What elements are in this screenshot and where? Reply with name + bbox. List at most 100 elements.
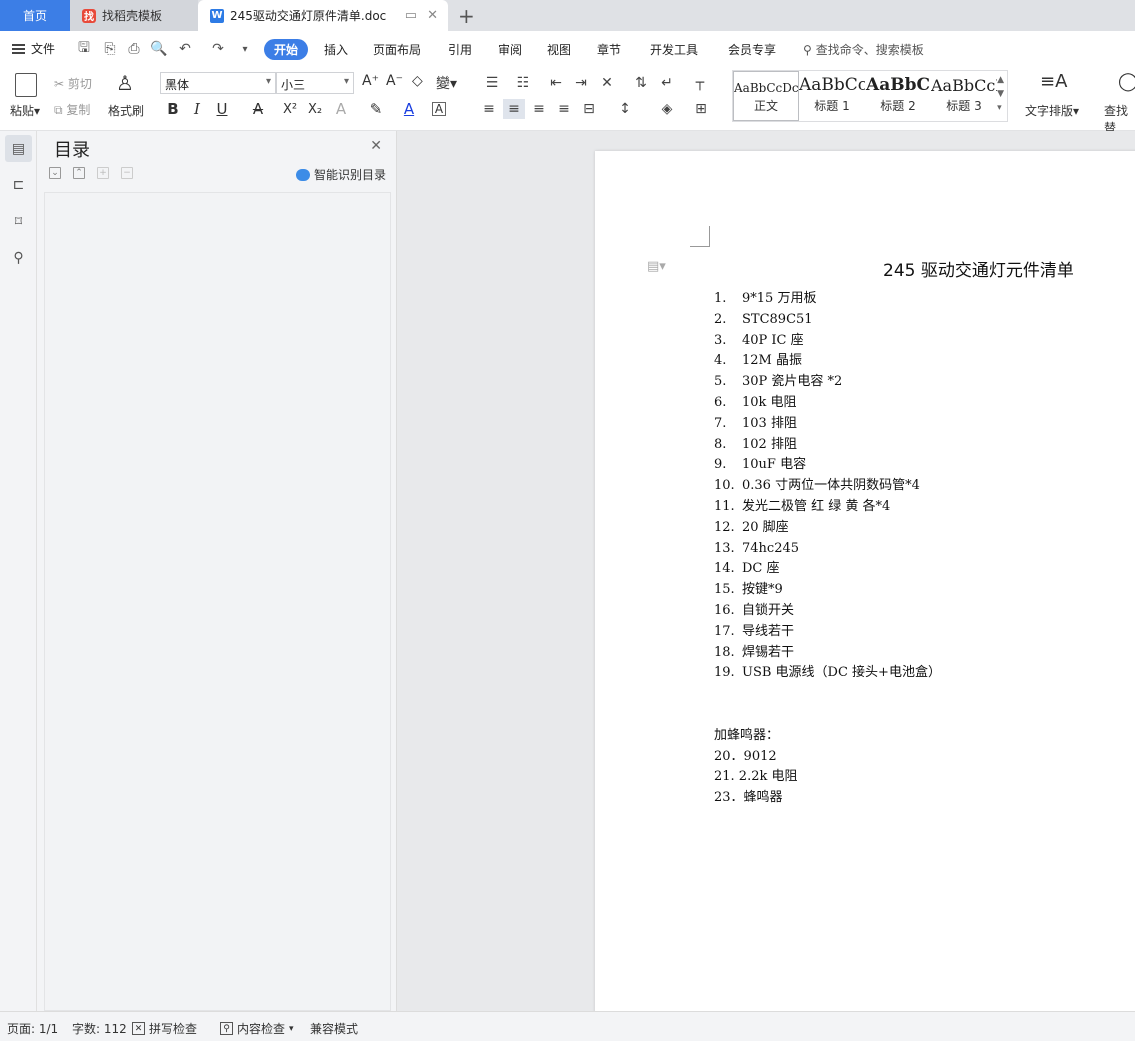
content-check[interactable]: ⚲ 内容检查 ▾ <box>220 1020 294 1037</box>
style-heading-3-preview: AaBbCcI <box>931 76 997 95</box>
numbering-icon[interactable]: ☷ <box>512 73 534 93</box>
document-title[interactable]: 245 驱动交通灯元件清单 <box>883 256 1074 281</box>
customize-toolbar-icon[interactable]: ▾ <box>237 41 253 57</box>
paste-icon[interactable] <box>15 73 37 97</box>
shrink-font-icon[interactable]: A⁻ <box>386 73 403 89</box>
close-tab-icon[interactable]: ✕ <box>427 8 438 23</box>
decrease-indent-icon[interactable]: ⇤ <box>545 73 567 93</box>
menu-tab-developer[interactable]: 开发工具 <box>650 41 698 58</box>
expand-all-icon[interactable]: ⌄ <box>49 167 61 179</box>
text-layout-button[interactable]: 文字排版▾ <box>1025 102 1079 119</box>
menu-tab-view[interactable]: 视图 <box>547 41 571 58</box>
justify-icon[interactable]: ≡ <box>553 99 575 119</box>
style-gallery-scroll[interactable]: ▲ ▼ ▾ <box>997 73 1004 115</box>
align-center-icon[interactable]: ≡ <box>503 99 525 119</box>
smart-ai-icon <box>295 168 310 181</box>
export-icon[interactable]: ⎘ <box>102 41 118 57</box>
new-tab-button[interactable]: + <box>458 4 475 28</box>
menu-tab-page-layout[interactable]: 页面布局 <box>373 41 421 58</box>
bold-icon[interactable]: B <box>163 99 183 119</box>
align-left-icon[interactable]: ≡ <box>478 99 500 119</box>
print-preview-icon[interactable]: 🔍 <box>150 41 167 57</box>
cut-button[interactable]: ✂ 剪切 <box>54 75 92 92</box>
font-name-select[interactable]: 黑体 <box>160 72 276 94</box>
cut-label: 剪切 <box>67 77 92 91</box>
list-item: 12. 20 脚座 <box>714 518 941 539</box>
align-right-icon[interactable]: ≡ <box>528 99 550 119</box>
remove-heading-icon[interactable]: − <box>121 167 133 179</box>
highlight-icon[interactable]: ✎ <box>366 99 386 119</box>
sort-icon[interactable]: ⇅ <box>630 73 652 93</box>
word-count[interactable]: 字数: 112 <box>72 1020 127 1037</box>
paragraph-menu-icon[interactable]: ▤▾ <box>647 259 666 274</box>
menu-tab-references[interactable]: 引用 <box>448 41 472 58</box>
tab-templates[interactable]: 找 找稻壳模板 <box>70 0 198 31</box>
list-item: 11. 发光二极管 红 绿 黄 各*4 <box>714 497 941 518</box>
strikethrough-icon[interactable]: A <box>248 99 268 119</box>
file-menu[interactable]: 文件 <box>12 40 55 57</box>
ruler-icon[interactable]: ┬ <box>689 73 711 93</box>
menu-tab-review[interactable]: 审阅 <box>498 41 522 58</box>
italic-icon[interactable]: I <box>187 99 207 119</box>
toc-panel: 目录 ✕ ⌄ ⌃ + − 智能识别目录 <box>37 131 397 1011</box>
underline-icon[interactable]: U <box>212 99 232 119</box>
search-icon[interactable]: ⚲ <box>5 244 32 271</box>
char-border-icon[interactable]: A <box>432 102 446 116</box>
bookmark-icon[interactable]: ⌑ <box>5 208 32 235</box>
superscript-icon[interactable]: X² <box>280 99 300 119</box>
print-icon[interactable]: ⎙ <box>126 41 142 57</box>
distributed-icon[interactable]: ⊟ <box>578 99 600 119</box>
line-spacing-icon[interactable]: ↕ <box>614 99 636 119</box>
format-painter-button[interactable]: 格式刷 <box>108 102 144 119</box>
menu-tab-member[interactable]: 会员专享 <box>728 41 776 58</box>
list-item: 9. 10uF 电容 <box>714 455 941 476</box>
text-effect-icon[interactable]: A <box>331 99 351 119</box>
chapter-nav-icon[interactable]: ⊏ <box>5 171 32 198</box>
buzzer-section[interactable]: 加蜂鸣器： 20．9012 21. 2.2k 电阻 23．蜂鸣器 <box>714 705 798 809</box>
spell-check[interactable]: ✕ 拼写检查 <box>132 1020 197 1037</box>
increase-indent-icon[interactable]: ⇥ <box>570 73 592 93</box>
style-heading-1[interactable]: AaBbCc 标题 1 <box>799 71 865 121</box>
copy-button[interactable]: ⧉ 复制 <box>54 101 90 118</box>
show-marks-icon[interactable]: ↵ <box>656 73 678 93</box>
menu-tab-insert[interactable]: 插入 <box>324 41 348 58</box>
style-heading-2[interactable]: AaBbC 标题 2 <box>865 71 931 121</box>
tab-home[interactable]: 首页 <box>0 0 70 31</box>
phonetic-guide-icon[interactable]: 變▾ <box>436 73 457 93</box>
list-item-number: 9. <box>714 457 727 473</box>
tab-document[interactable]: W 245驱动交通灯原件清单.doc ▭ ✕ <box>198 0 448 31</box>
ribbon: 粘贴▾ ✂ 剪切 ⧉ 复制 ♙ 格式刷 黑体 小三 A⁺ A⁻ ◇ 變▾ B I… <box>0 67 1135 135</box>
component-list[interactable]: 1. 9*15 万用板 2. STC89C51 3. 40P IC 座 4. 12M 晶振 5.… <box>714 289 941 684</box>
clear-format-icon[interactable]: ◇ <box>412 73 423 89</box>
smart-toc-button[interactable]: 智能识别目录 <box>295 166 386 183</box>
collapse-all-icon[interactable]: ⌃ <box>73 167 85 179</box>
document-canvas[interactable]: ▤▾ 245 驱动交通灯元件清单 1. 9*15 万用板 2. STC89C51 3. 4… <box>397 131 1135 1011</box>
grow-font-icon[interactable]: A⁺ <box>362 73 379 89</box>
save-icon[interactable]: 🖫 <box>76 40 92 57</box>
toc-list[interactable] <box>44 192 391 1011</box>
style-normal[interactable]: AaBbCcDc 正文 <box>733 71 799 121</box>
page-count[interactable]: 页面: 1/1 <box>7 1020 58 1037</box>
paste-button[interactable]: 粘贴▾ <box>10 102 40 119</box>
bullets-icon[interactable]: ☰ <box>481 73 503 93</box>
shading-icon[interactable]: ◈ <box>656 99 678 119</box>
document-page[interactable]: ▤▾ 245 驱动交通灯元件清单 1. 9*15 万用板 2. STC89C51 3. 4… <box>595 151 1135 1011</box>
command-search[interactable]: ⚲ 查找命令、搜索模板 <box>803 41 924 58</box>
list-item-number: 1. <box>714 291 727 306</box>
close-icon[interactable]: ✕ <box>370 138 382 154</box>
toc-panel-icon[interactable]: ▤ <box>5 135 32 162</box>
borders-icon[interactable]: ⊞ <box>690 99 712 119</box>
font-color-icon[interactable]: A <box>399 99 419 119</box>
menu-tab-start[interactable]: 开始 <box>264 39 309 60</box>
tab-document-label: 245驱动交通灯原件清单.doc <box>230 9 387 23</box>
redo-icon[interactable]: ↷ <box>210 41 226 57</box>
pin-tab-icon[interactable]: ▭ <box>405 8 417 23</box>
subscript-icon[interactable]: X₂ <box>305 99 325 119</box>
add-heading-icon[interactable]: + <box>97 167 109 179</box>
style-heading-3[interactable]: AaBbCcI 标题 3 <box>931 71 997 121</box>
list-item-number: 3. <box>714 332 727 348</box>
chinese-layout-icon[interactable]: ✕ <box>596 73 618 93</box>
font-size-select[interactable]: 小三 <box>276 72 354 94</box>
undo-icon[interactable]: ↶ <box>177 41 193 57</box>
menu-tab-chapter[interactable]: 章节 <box>597 41 621 58</box>
